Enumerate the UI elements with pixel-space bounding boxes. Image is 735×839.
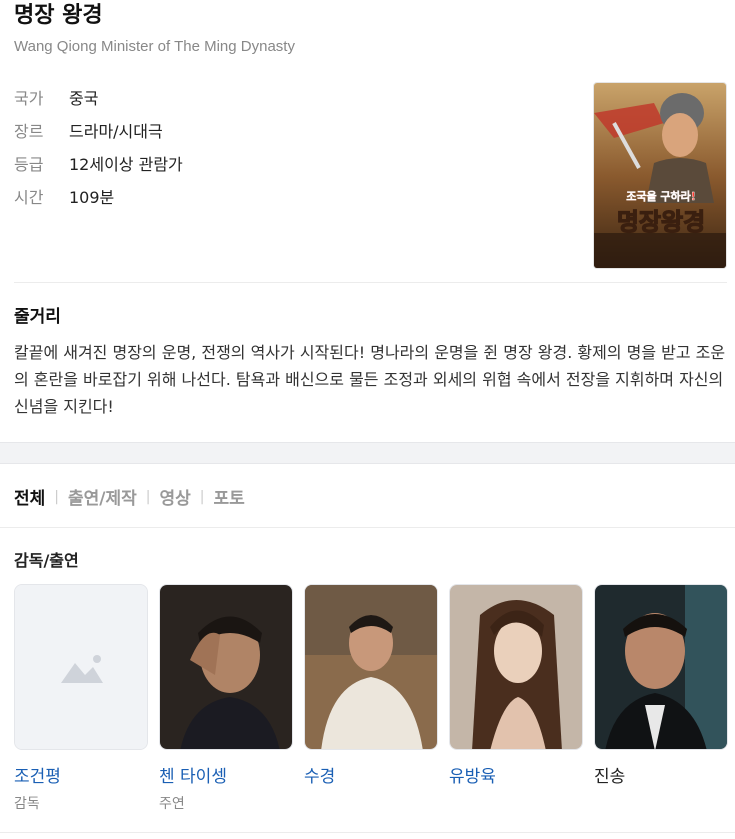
info-value: 중국 xyxy=(69,88,99,108)
tab-divider: | xyxy=(199,488,205,505)
info-row-runtime: 시간 109분 xyxy=(14,179,183,212)
tab-photo[interactable]: 포토 xyxy=(214,484,245,509)
tab-all[interactable]: 전체 xyxy=(14,484,45,509)
person-name[interactable]: 조건평 xyxy=(14,762,148,787)
plot-text: 칼끝에 새겨진 명장의 운명, 전쟁의 역사가 시작된다! 명나라의 운명을 쥔… xyxy=(14,343,726,416)
tab-divider: | xyxy=(54,488,59,505)
poster-title: 명장왕경 xyxy=(617,208,705,236)
movie-poster[interactable]: 조국을 구하라! 명장왕경 xyxy=(593,82,727,269)
person-name[interactable]: 첸 타이셍 xyxy=(159,762,293,787)
divider xyxy=(0,527,735,528)
cast-list: 조건평 감독 첸 타이셍 주연 수경 유방육 진송 xyxy=(14,584,728,813)
cast-card[interactable]: 첸 타이셍 주연 xyxy=(159,584,293,813)
cast-card[interactable]: 수경 xyxy=(304,584,438,813)
movie-info-table: 국가 중국 장르 드라마/시대극 등급 12세이상 관람가 시간 109분 xyxy=(14,80,183,212)
info-value: 드라마/시대극 xyxy=(69,121,163,141)
placeholder-image-icon[interactable] xyxy=(14,584,148,750)
actor-photo[interactable] xyxy=(304,584,438,750)
cast-card[interactable]: 유방육 xyxy=(449,584,583,813)
info-key: 국가 xyxy=(14,88,44,108)
person-role: 감독 xyxy=(14,796,40,812)
cast-card[interactable]: 조건평 감독 xyxy=(14,584,148,813)
content-tabs: 전체 | 출연/제작 | 영상 | 포토 xyxy=(14,484,245,510)
person-name[interactable]: 진송 xyxy=(594,762,728,787)
actor-photo[interactable] xyxy=(159,584,293,750)
section-separator xyxy=(0,442,735,464)
movie-header: 명장 왕경 Wang Qiong Minister of The Ming Dy… xyxy=(14,0,295,55)
person-name[interactable]: 유방육 xyxy=(449,762,583,787)
plot-heading: 줄거리 xyxy=(14,307,61,327)
info-key: 등급 xyxy=(14,154,44,174)
divider xyxy=(14,282,727,283)
info-row-genre: 장르 드라마/시대극 xyxy=(14,113,183,146)
tab-video[interactable]: 영상 xyxy=(160,484,191,509)
info-value: 12세이상 관람가 xyxy=(69,154,183,174)
actress-photo[interactable] xyxy=(449,584,583,750)
poster-image: 조국을 구하라! 명장왕경 xyxy=(594,83,726,268)
info-key: 시간 xyxy=(14,187,44,207)
info-key: 장르 xyxy=(14,121,44,141)
info-row-rating: 등급 12세이상 관람가 xyxy=(14,146,183,179)
info-value: 109분 xyxy=(69,187,115,207)
tab-cast-crew[interactable]: 출연/제작 xyxy=(68,484,137,509)
person-name[interactable]: 수경 xyxy=(304,762,438,787)
movie-subtitle: Wang Qiong Minister of The Ming Dynasty xyxy=(14,38,295,55)
info-row-country: 국가 중국 xyxy=(14,80,183,113)
actor-photo[interactable] xyxy=(594,584,728,750)
tab-divider: | xyxy=(145,488,151,505)
cast-card[interactable]: 진송 xyxy=(594,584,728,813)
person-role: 주연 xyxy=(159,796,185,812)
divider xyxy=(0,832,735,833)
movie-title: 명장 왕경 xyxy=(14,3,103,28)
poster-tagline: 조국을 구하라! xyxy=(626,189,696,203)
cast-section-title: 감독/출연 xyxy=(14,551,79,570)
